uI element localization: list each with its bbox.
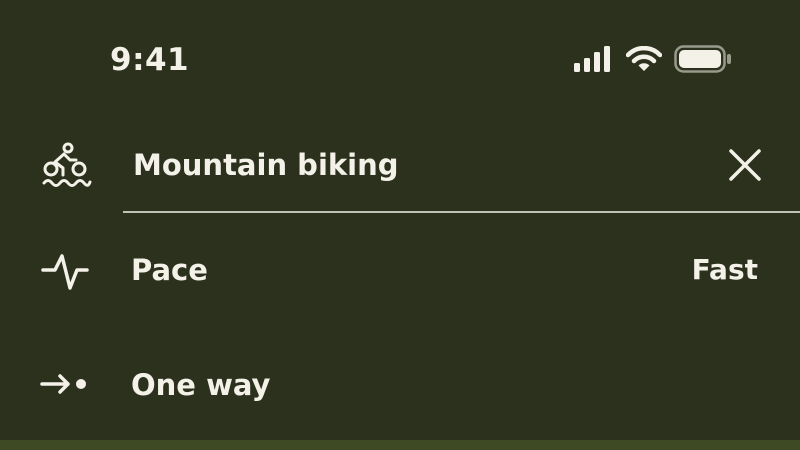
option-row-one-way[interactable]: One way (0, 345, 800, 425)
bottom-panel-edge (0, 440, 800, 450)
status-bar: 9:41 (0, 0, 800, 120)
battery-icon (674, 45, 732, 73)
clear-search-button[interactable] (722, 142, 768, 188)
option-row-pace[interactable]: Pace Fast (0, 230, 800, 310)
cellular-signal-icon (574, 46, 614, 72)
option-value-pace: Fast (691, 253, 758, 286)
cycling-icon (40, 138, 94, 192)
status-time: 9:41 (110, 42, 190, 78)
pulse-icon (40, 243, 94, 297)
wifi-icon (626, 46, 662, 72)
search-divider (123, 211, 800, 213)
search-input[interactable]: Mountain biking (133, 145, 399, 185)
status-icons (574, 44, 732, 74)
activity-search-row[interactable]: Mountain biking (0, 125, 800, 205)
option-label-pace: Pace (131, 253, 208, 287)
option-label-one-way: One way (131, 368, 271, 402)
close-icon (722, 142, 768, 188)
arrow-to-dot-icon (40, 358, 94, 412)
